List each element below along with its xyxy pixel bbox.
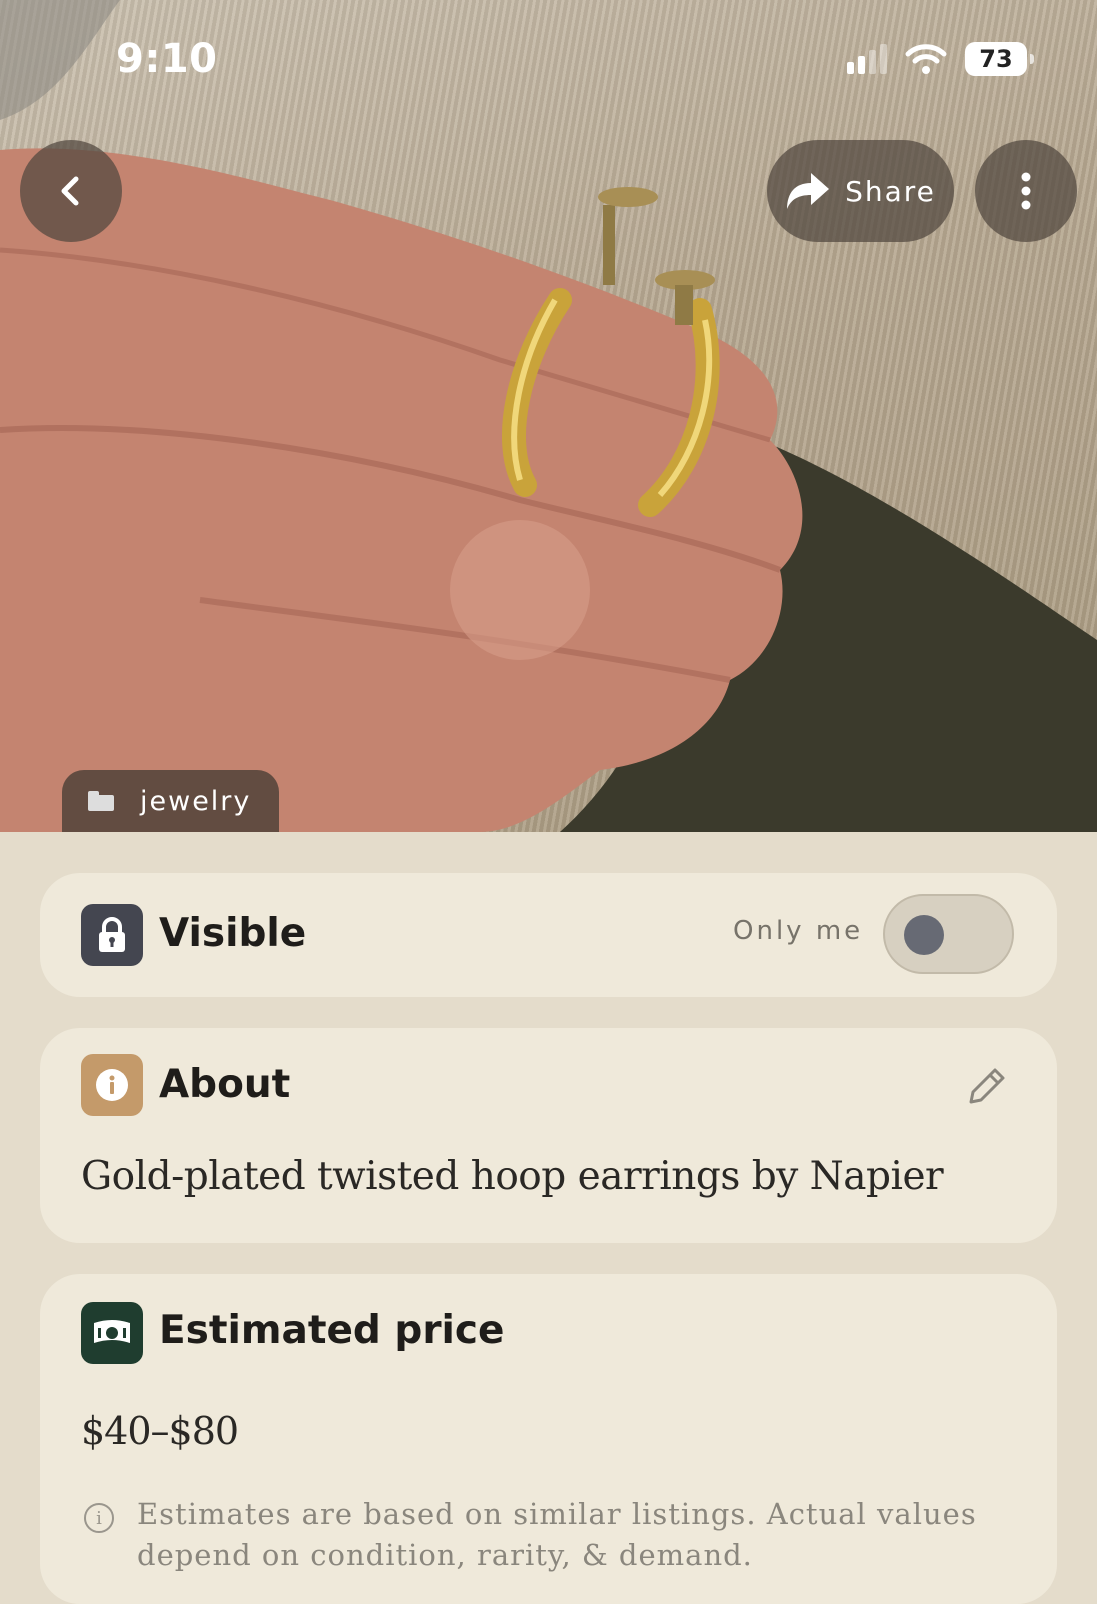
wifi-icon	[905, 44, 947, 74]
pencil-icon[interactable]	[965, 1064, 1009, 1108]
share-button[interactable]: Share	[767, 140, 954, 242]
status-time: 9:10	[116, 36, 218, 82]
price-title: Estimated price	[159, 1308, 505, 1353]
estimated-price-card: Estimated price $40–$80 i Estimates are …	[40, 1274, 1057, 1604]
back-button[interactable]	[20, 140, 122, 242]
chevron-left-icon	[61, 176, 79, 206]
money-bill-icon	[81, 1302, 143, 1364]
about-title: About	[159, 1062, 291, 1107]
info-circle-icon[interactable]: i	[84, 1503, 114, 1533]
earrings-photo	[0, 0, 1097, 832]
info-icon	[81, 1054, 143, 1116]
share-label: Share	[845, 174, 936, 208]
toggle-knob	[904, 915, 944, 955]
visibility-toggle-label: Only me	[733, 916, 864, 946]
price-disclaimer: Estimates are based on similar listings.…	[137, 1497, 977, 1572]
category-label: jewelry	[140, 785, 252, 817]
more-options-button[interactable]	[975, 140, 1077, 242]
visibility-toggle[interactable]	[883, 894, 1014, 974]
battery-icon: 73	[965, 42, 1034, 76]
about-card: About Gold-plated twisted hoop earrings …	[40, 1028, 1057, 1243]
lock-icon	[81, 904, 143, 966]
folder-icon	[88, 791, 114, 811]
price-range: $40–$80	[81, 1409, 239, 1453]
more-vertical-icon	[1021, 172, 1031, 210]
visibility-card: Visible Only me	[40, 873, 1057, 997]
category-chip[interactable]: jewelry	[62, 770, 280, 832]
status-icons: 73	[847, 42, 1034, 76]
cellular-signal-icon	[847, 44, 887, 74]
item-photo[interactable]: 9:10 73 Share jewelry	[0, 0, 1097, 832]
about-description: Gold-plated twisted hoop earrings by Nap…	[81, 1154, 944, 1199]
visibility-title: Visible	[159, 911, 307, 956]
share-arrow-icon	[787, 173, 830, 209]
